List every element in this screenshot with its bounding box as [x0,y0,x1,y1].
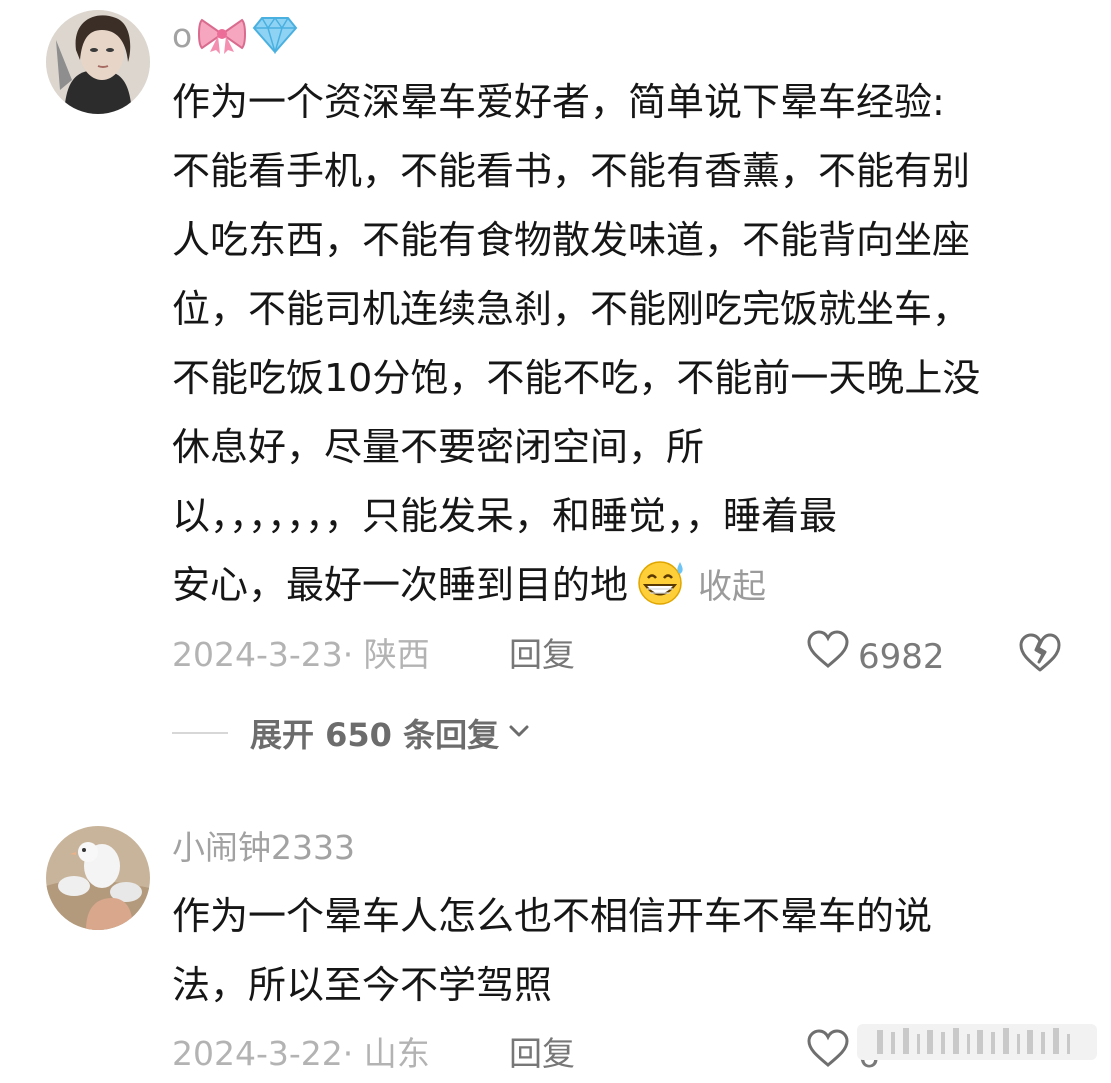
comment-body: 作为一个晕车人怎么也不相信开车不晕车的说 法，所以至今不学驾照 [172,882,1062,1020]
comment-line: 法，所以至今不学驾照 [172,963,553,1007]
avatar-image [46,10,150,114]
comment-line: 休息好，尽量不要密闭空间，所 [172,425,705,469]
avatar[interactable] [46,826,150,930]
comment-body: 作为一个资深晕车爱好者，简单说下晕车经验: 不能看手机，不能看书，不能有香薰，不… [172,68,1062,620]
comment-line: 作为一个资深晕车爱好者，简单说下晕车经验: [172,80,945,124]
comment-date-location: 2024-3-22· 山东 [172,1034,430,1073]
comment-line-text: 安心，最好一次睡到目的地 [172,563,629,607]
expand-replies[interactable]: 展开 650 条回复 [172,711,531,755]
comment-last-line: 安心，最好一次睡到目的地 收起 [172,551,1062,620]
comment-line: 人吃东西，不能有食物散发味道，不能背向坐座 [172,218,971,262]
grinning-sweat-emoji-icon [634,558,690,628]
heart-icon [806,1029,850,1083]
diamond-icon [252,14,298,58]
comment-line: 位，不能司机连续急刹，不能刚吃完饭就坐车， [172,287,971,331]
comment-line: 不能看手机，不能看书，不能有香薰，不能有别 [172,149,971,193]
chevron-down-icon [507,721,531,745]
broken-heart-icon [1019,633,1061,672]
divider [172,732,228,734]
dislike-button[interactable] [1017,632,1063,688]
comment-date-location: 2024-3-23· 陕西 [172,635,430,674]
avatar-image [46,826,150,930]
collapse-link[interactable]: 收起 [698,567,766,607]
author-row: 小闹钟2333 [172,826,355,870]
username[interactable]: 小闹钟2333 [172,826,355,870]
comment-line: 作为一个晕车人怎么也不相信开车不晕车的说 [172,894,933,938]
reply-button[interactable]: 回复 [509,1029,575,1079]
like-count: 6982 [858,637,945,677]
bow-icon [198,14,247,58]
heart-icon [806,630,850,684]
author-row: o [172,14,298,58]
comment-line: 不能吃饭10分饱，不能不吃，不能前一天晚上没 [172,356,981,400]
expand-replies-label: 展开 650 条回复 [250,716,500,754]
comment-meta: 2024-3-23· 陕西 回复 6982 [172,630,1072,680]
comment-line: 以，，，，，，，只能发呆，和睡觉，，睡着最 [172,494,838,538]
username[interactable]: o [172,14,192,58]
like-button[interactable]: 6982 [806,630,945,684]
comment-item: o 作为一个资深晕车爱好者，简单说下晕车经验: 不能看手机，不能看书，不能有香薰… [0,0,1111,780]
avatar[interactable] [46,10,150,114]
watermark-overlay [857,1018,1097,1066]
reply-button[interactable]: 回复 [509,630,575,680]
